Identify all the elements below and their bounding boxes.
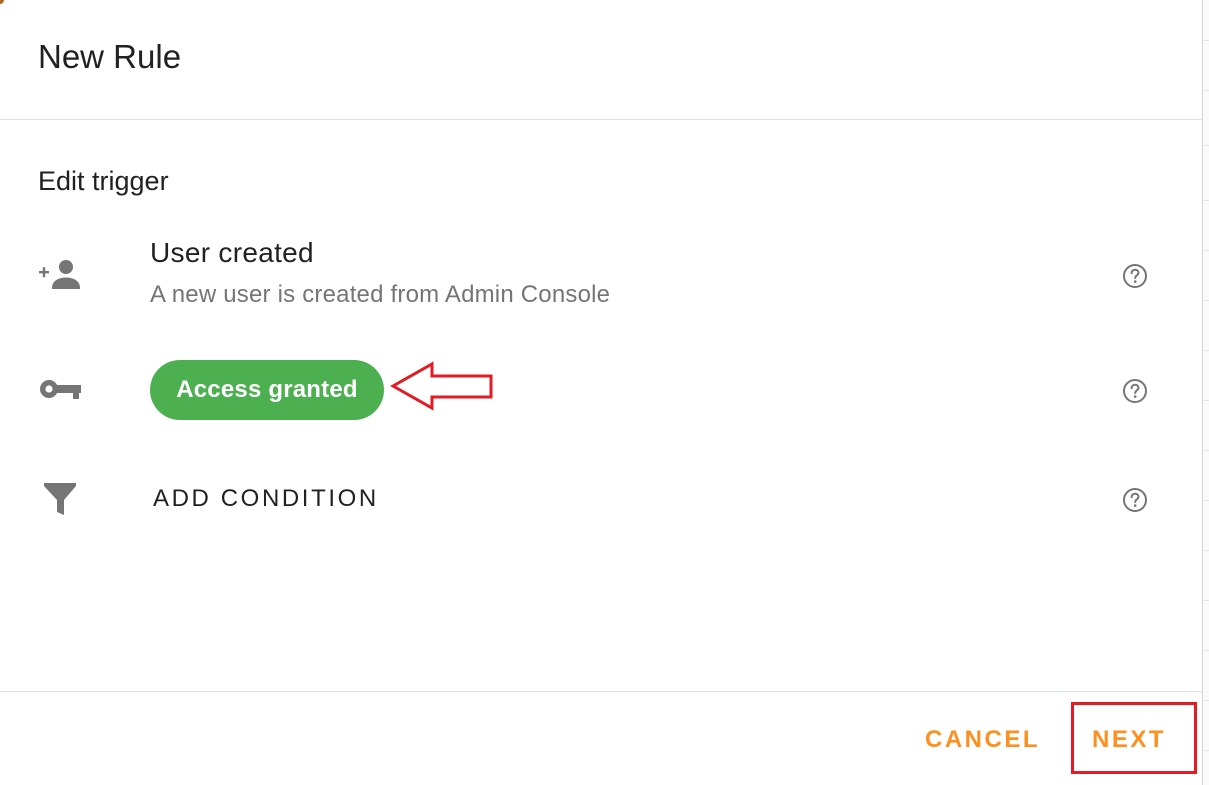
new-rule-dialog: New Rule Edit trigger User created A new… <box>0 0 1203 785</box>
header-divider <box>0 119 1202 120</box>
annotation-arrow <box>390 361 493 411</box>
corner-mark <box>0 0 4 4</box>
add-condition-button[interactable]: ADD CONDITION <box>153 485 379 513</box>
cancel-button[interactable]: CANCEL <box>925 726 1040 754</box>
dialog-title: New Rule <box>38 38 182 75</box>
key-icon <box>38 372 82 408</box>
trigger-subtitle: A new user is created from Admin Console <box>150 281 611 308</box>
background-page-edge <box>1203 0 1209 785</box>
footer-divider <box>0 691 1202 692</box>
annotation-highlight-box <box>1071 702 1197 774</box>
filter-icon <box>38 481 82 517</box>
help-circle-icon[interactable] <box>1122 487 1148 513</box>
access-granted-chip[interactable]: Access granted <box>150 360 384 420</box>
help-circle-icon[interactable] <box>1122 263 1148 289</box>
section-title: Edit trigger <box>38 166 169 196</box>
help-circle-icon[interactable] <box>1122 378 1148 404</box>
person-add-icon <box>38 257 82 293</box>
trigger-title: User created <box>150 237 314 268</box>
